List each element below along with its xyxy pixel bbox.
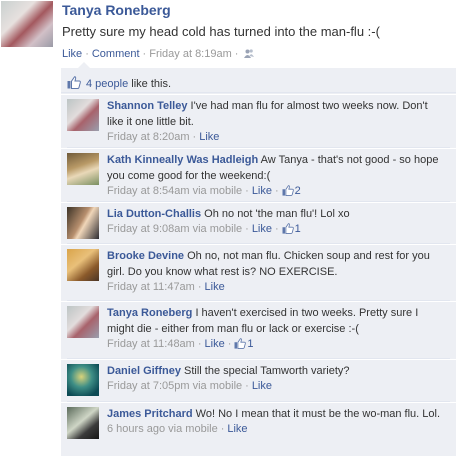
comment-item: Lia Dutton-Challis Oh no not 'the man fl…: [61, 202, 456, 242]
comment-via: via mobile: [192, 223, 243, 235]
likes-suffix: like this.: [131, 78, 172, 90]
comment-item: Tanya Roneberg I haven't exercised in tw…: [61, 301, 456, 357]
comment-body: James Pritchard Wo! No I mean that it mu…: [107, 406, 447, 437]
post-comment-link[interactable]: Comment: [92, 48, 140, 60]
comment-meta: Friday at 7:05pm via mobile · Like: [107, 380, 272, 392]
likes-people-link[interactable]: 4 people: [86, 78, 128, 90]
feedback-panel: 4 people like this. Shannon Telley I've …: [61, 68, 456, 456]
comment-body: Kath Kinneally Was Hadleigh Aw Tanya - t…: [107, 152, 447, 199]
post-timestamp[interactable]: Friday at 8:19am: [149, 48, 232, 60]
comment-body: Lia Dutton-Challis Oh no not 'the man fl…: [107, 206, 447, 237]
comment-text: Wo! No I mean that it must be the wo-man…: [195, 408, 441, 420]
comment-body: Daniel Giffney Still the special Tamwort…: [107, 363, 447, 394]
commenter-avatar[interactable]: [67, 207, 99, 239]
comment-timestamp[interactable]: Friday at 8:54am: [107, 185, 190, 197]
comment-meta: Friday at 11:48am · Like · 1: [107, 338, 254, 350]
comment-item: Daniel Giffney Still the special Tamwort…: [61, 359, 456, 400]
comment-via: via mobile: [192, 380, 243, 392]
comment-like-link[interactable]: Like: [252, 223, 272, 235]
commenter-avatar[interactable]: [67, 249, 99, 281]
comment-body: Tanya Roneberg I haven't exercised in tw…: [107, 305, 447, 352]
comment-author[interactable]: Lia Dutton-Challis: [107, 208, 201, 220]
like-count[interactable]: 1: [247, 338, 253, 350]
comment-like-link[interactable]: Like: [205, 281, 225, 293]
comment-like-link[interactable]: Like: [252, 185, 272, 197]
comment-timestamp[interactable]: Friday at 7:05pm: [107, 380, 190, 392]
comment-meta: Friday at 8:20am · Like: [107, 131, 220, 143]
comment-like-link[interactable]: Like: [227, 423, 247, 435]
comment-author[interactable]: Kath Kinneally Was Hadleigh: [107, 154, 258, 166]
friends-icon[interactable]: [244, 49, 255, 58]
comment-item: Brooke Devine Oh no, not man flu. Chicke…: [61, 244, 456, 300]
like-count-icon[interactable]: [234, 338, 247, 349]
like-count[interactable]: 1: [295, 223, 301, 235]
comment-timestamp[interactable]: Friday at 11:47am: [107, 281, 195, 293]
commenter-avatar[interactable]: [67, 99, 99, 131]
comment-meta: Friday at 11:47am · Like: [107, 281, 225, 293]
comment-text: Still the special Tamworth variety?: [184, 365, 350, 377]
comment-meta: 6 hours ago via mobile · Like: [107, 423, 248, 435]
comment-author[interactable]: James Pritchard: [107, 408, 193, 420]
post-message: Pretty sure my head cold has turned into…: [62, 24, 380, 39]
comment-item: Shannon Telley I've had man flu for almo…: [61, 94, 456, 147]
post-meta: Like · Comment · Friday at 8:19am ·: [62, 48, 255, 60]
like-count[interactable]: 2: [295, 185, 301, 197]
comment-timestamp[interactable]: 6 hours ago: [107, 423, 165, 435]
comment-author[interactable]: Tanya Roneberg: [107, 307, 192, 319]
commenter-avatar[interactable]: [67, 153, 99, 185]
comment-author[interactable]: Shannon Telley: [107, 100, 187, 112]
comment-body: Shannon Telley I've had man flu for almo…: [107, 98, 447, 145]
commenter-avatar[interactable]: [67, 407, 99, 439]
comment-body: Brooke Devine Oh no, not man flu. Chicke…: [107, 248, 447, 295]
comment-timestamp[interactable]: Friday at 11:48am: [107, 338, 195, 350]
comment-meta: Friday at 9:08am via mobile · Like · 1: [107, 223, 301, 235]
post-author-name[interactable]: Tanya Roneberg: [62, 2, 171, 18]
comment-author[interactable]: Daniel Giffney: [107, 365, 181, 377]
comment-like-link[interactable]: Like: [205, 338, 225, 350]
comment-like-link[interactable]: Like: [252, 380, 272, 392]
like-count-icon[interactable]: [282, 223, 294, 234]
likes-summary: 4 people like this.: [61, 68, 456, 93]
comment-meta: Friday at 8:54am via mobile · Like · 2: [107, 185, 301, 197]
commenter-avatar[interactable]: [67, 364, 99, 396]
comment-item: James Pritchard Wo! No I mean that it mu…: [61, 402, 456, 456]
comment-item: Kath Kinneally Was Hadleigh Aw Tanya - t…: [61, 148, 456, 201]
comment-timestamp[interactable]: Friday at 9:08am: [107, 223, 190, 235]
post-author-avatar[interactable]: [1, 1, 53, 47]
comment-like-link[interactable]: Like: [199, 131, 219, 143]
thumbs-up-icon: [67, 76, 81, 89]
comment-timestamp[interactable]: Friday at 8:20am: [107, 131, 190, 143]
post-like-link[interactable]: Like: [62, 48, 82, 60]
comment-via: via mobile: [192, 185, 243, 197]
comment-via: via mobile: [168, 423, 218, 435]
comment-text: Oh no not 'the man flu'! Lol xo: [204, 208, 350, 220]
like-count-icon[interactable]: [282, 185, 294, 196]
comment-author[interactable]: Brooke Devine: [107, 250, 184, 262]
commenter-avatar[interactable]: [67, 306, 99, 338]
